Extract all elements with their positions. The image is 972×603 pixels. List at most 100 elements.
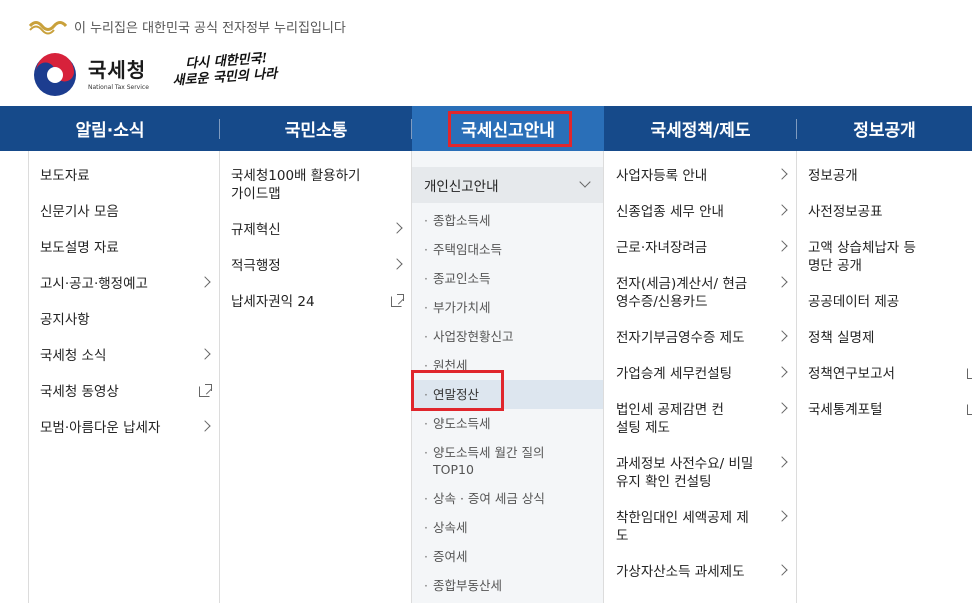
- sub-item-gift-tax[interactable]: 증여세: [412, 548, 603, 565]
- gnb-notice-news[interactable]: 알림·소식: [0, 106, 220, 151]
- gnb-tax-policy[interactable]: 국세정책/제도: [604, 106, 797, 151]
- menu-item-label: 국세통계포털: [808, 402, 883, 418]
- menu-column-info-disclosure: 정보공개 사전정보공표 고액 상습체납자 등 명단 공개 공공데이터 제공 정책…: [797, 151, 972, 603]
- menu-item-announcements[interactable]: 고시·공고·행정예고: [29, 275, 219, 293]
- menu-item-label: 공공데이터 제공: [808, 294, 900, 310]
- chevron-right-icon: [199, 276, 211, 288]
- menu-item-label: 납세자권익 24: [231, 294, 315, 310]
- menu-item-business-registration[interactable]: 사업자등록 안내: [604, 167, 796, 185]
- mega-menu: 보도자료 신문기사 모음 보도설명 자료 고시·공고·행정예고 공지사항 국세청…: [0, 151, 972, 603]
- menu-item-label: 사전정보공표: [808, 204, 883, 220]
- logo-title: 국세청: [88, 58, 147, 82]
- menu-item-virtual-asset-tax[interactable]: 가상자산소득 과세제도: [604, 563, 796, 581]
- menu-item-label: 고액 상습체납자 등 명단 공개: [808, 240, 916, 274]
- menu-item-regulatory-innovation[interactable]: 규제혁신: [220, 221, 411, 239]
- gnb-info-disclosure[interactable]: 정보공개: [797, 106, 972, 151]
- menu-item-delinquent-list[interactable]: 고액 상습체납자 등 명단 공개: [797, 239, 972, 275]
- menu-item-label: 고시·공고·행정예고: [40, 276, 148, 292]
- chevron-right-icon: [776, 366, 788, 378]
- chevron-right-icon: [776, 330, 788, 342]
- menu-item-label: 규제혁신: [231, 222, 281, 238]
- menu-item-notices[interactable]: 공지사항: [29, 311, 219, 329]
- sub-item-comprehensive-real-estate-tax[interactable]: 종합부동산세: [412, 577, 603, 594]
- menu-item-prior-disclosure[interactable]: 사전정보공표: [797, 203, 972, 221]
- gov-emblem-icon: [28, 21, 68, 35]
- gov-notice-text: 이 누리집은 대한민국 공식 전자정부 누리집입니다: [74, 20, 346, 36]
- sub-item-inheritance-gift-info[interactable]: 상속 · 증여 세금 상식: [412, 490, 603, 507]
- menu-item-label: 근로·자녀장려금: [616, 240, 708, 256]
- sub-item-housing-rental[interactable]: 주택임대소득: [412, 241, 603, 258]
- sub-item-inheritance-tax[interactable]: 상속세: [412, 519, 603, 536]
- menu-item-public-data[interactable]: 공공데이터 제공: [797, 293, 972, 311]
- main-nav: 알림·소식 국민소통 국세신고안내 국세정책/제도 정보공개: [0, 106, 972, 151]
- menu-item-news-articles[interactable]: 신문기사 모음: [29, 203, 219, 221]
- sub-item-religious-income[interactable]: 종교인소득: [412, 270, 603, 287]
- menu-column-notice-news: 보도자료 신문기사 모음 보도설명 자료 고시·공고·행정예고 공지사항 국세청…: [28, 151, 220, 603]
- menu-item-policy-research[interactable]: 정책연구보고서: [797, 365, 972, 383]
- submenu-list: 종합소득세 주택임대소득 종교인소득 부가가치세 사업장현황신고 원천세 연말정…: [412, 203, 603, 594]
- chevron-right-icon: [776, 204, 788, 216]
- nts-logo[interactable]: 국세청 National Tax Service: [32, 52, 149, 98]
- submenu-head-label: 개인신고안내: [424, 179, 499, 195]
- menu-item-earned-income-credit[interactable]: 근로·자녀장려금: [604, 239, 796, 257]
- submenu-personal-filing[interactable]: 개인신고안내: [412, 167, 603, 203]
- menu-item-guide-map[interactable]: 국세청100배 활용하기 가이드맵: [220, 167, 411, 203]
- external-link-icon: [967, 368, 972, 379]
- menu-item-label: 모범·아름다운 납세자: [40, 420, 161, 436]
- chevron-right-icon: [776, 510, 788, 522]
- chevron-right-icon: [199, 348, 211, 360]
- menu-item-model-taxpayers[interactable]: 모범·아름다운 납세자: [29, 419, 219, 437]
- chevron-right-icon: [776, 276, 788, 288]
- menu-item-label: 적극행정: [231, 258, 281, 274]
- menu-item-e-donation-receipt[interactable]: 전자기부금영수증 제도: [604, 329, 796, 347]
- menu-item-new-industry-guide[interactable]: 신종업종 세무 안내: [604, 203, 796, 221]
- gnb-tax-filing-guide[interactable]: 국세신고안내: [412, 106, 604, 151]
- menu-item-family-business[interactable]: 가업승계 세무컨설팅: [604, 365, 796, 383]
- menu-item-label: 국세청100배 활용하기 가이드맵: [231, 168, 361, 202]
- chevron-right-icon: [391, 222, 403, 234]
- external-link-icon: [391, 294, 404, 307]
- external-link-icon: [967, 404, 972, 415]
- taegeuk-logo-icon: [34, 53, 76, 96]
- menu-item-label: 가상자산소득 과세제도: [616, 564, 745, 580]
- gnb-communication[interactable]: 국민소통: [220, 106, 412, 151]
- menu-item-info-disclosure[interactable]: 정보공개: [797, 167, 972, 185]
- sub-item-year-end-settlement[interactable]: 연말정산: [412, 380, 603, 409]
- external-link-icon: [199, 384, 212, 397]
- menu-column-communication: 국세청100배 활용하기 가이드맵 규제혁신 적극행정 납세자권익 24: [220, 151, 412, 603]
- menu-item-tax-statistics[interactable]: 국세통계포털: [797, 401, 972, 419]
- menu-item-label: 착한임대인 세액공제 제도: [616, 510, 749, 544]
- menu-item-label: 전자(세금)계산서/ 현금영수증/신용카드: [616, 276, 748, 310]
- menu-item-label: 보도자료: [40, 168, 90, 184]
- menu-item-policy-real-name[interactable]: 정책 실명제: [797, 329, 972, 347]
- sub-item-business-status[interactable]: 사업장현황신고: [412, 328, 603, 345]
- menu-column-tax-policy: 사업자등록 안내 신종업종 세무 안내 근로·자녀장려금 전자(세금)계산서/ …: [604, 151, 797, 603]
- chevron-right-icon: [776, 168, 788, 180]
- menu-item-nts-videos[interactable]: 국세청 동영상: [29, 383, 219, 401]
- chevron-right-icon: [776, 402, 788, 414]
- menu-item-e-invoice[interactable]: 전자(세금)계산서/ 현금영수증/신용카드: [604, 275, 796, 311]
- sub-item-vat[interactable]: 부가가치세: [412, 299, 603, 316]
- sub-item-capital-gains-tax[interactable]: 양도소득세: [412, 415, 603, 432]
- menu-item-taxpayer-rights[interactable]: 납세자권익 24: [220, 293, 411, 311]
- chevron-down-icon: [579, 176, 591, 188]
- menu-item-corp-tax-consulting[interactable]: 법인세 공제감면 컨설팅 제도: [604, 401, 796, 437]
- sub-item-capital-gains-top10[interactable]: 양도소득세 월간 질의 TOP10: [412, 444, 603, 478]
- menu-item-label: 전자기부금영수증 제도: [616, 330, 745, 346]
- menu-item-press-explanation[interactable]: 보도설명 자료: [29, 239, 219, 257]
- menu-item-good-landlord[interactable]: 착한임대인 세액공제 제도: [604, 509, 796, 545]
- sub-item-income-tax[interactable]: 종합소득세: [412, 212, 603, 229]
- gov-notice: 이 누리집은 대한민국 공식 전자정부 누리집입니다: [28, 15, 346, 37]
- menu-item-press-release[interactable]: 보도자료: [29, 167, 219, 185]
- menu-item-label: 신종업종 세무 안내: [616, 204, 724, 220]
- menu-item-label: 가업승계 세무컨설팅: [616, 366, 733, 382]
- menu-item-proactive-admin[interactable]: 적극행정: [220, 257, 411, 275]
- menu-item-tax-info-consulting[interactable]: 과세정보 사전수요/ 비밀유지 확인 컨설팅: [604, 455, 796, 491]
- menu-item-nts-news[interactable]: 국세청 소식: [29, 347, 219, 365]
- chevron-right-icon: [391, 258, 403, 270]
- sub-item-withholding-tax[interactable]: 원천세: [412, 357, 603, 374]
- menu-column-tax-filing-guide: 개인신고안내 종합소득세 주택임대소득 종교인소득 부가가치세 사업장현황신고 …: [412, 151, 604, 603]
- chevron-right-icon: [776, 240, 788, 252]
- menu-item-label: 보도설명 자료: [40, 240, 119, 256]
- menu-item-label: 신문기사 모음: [40, 204, 119, 220]
